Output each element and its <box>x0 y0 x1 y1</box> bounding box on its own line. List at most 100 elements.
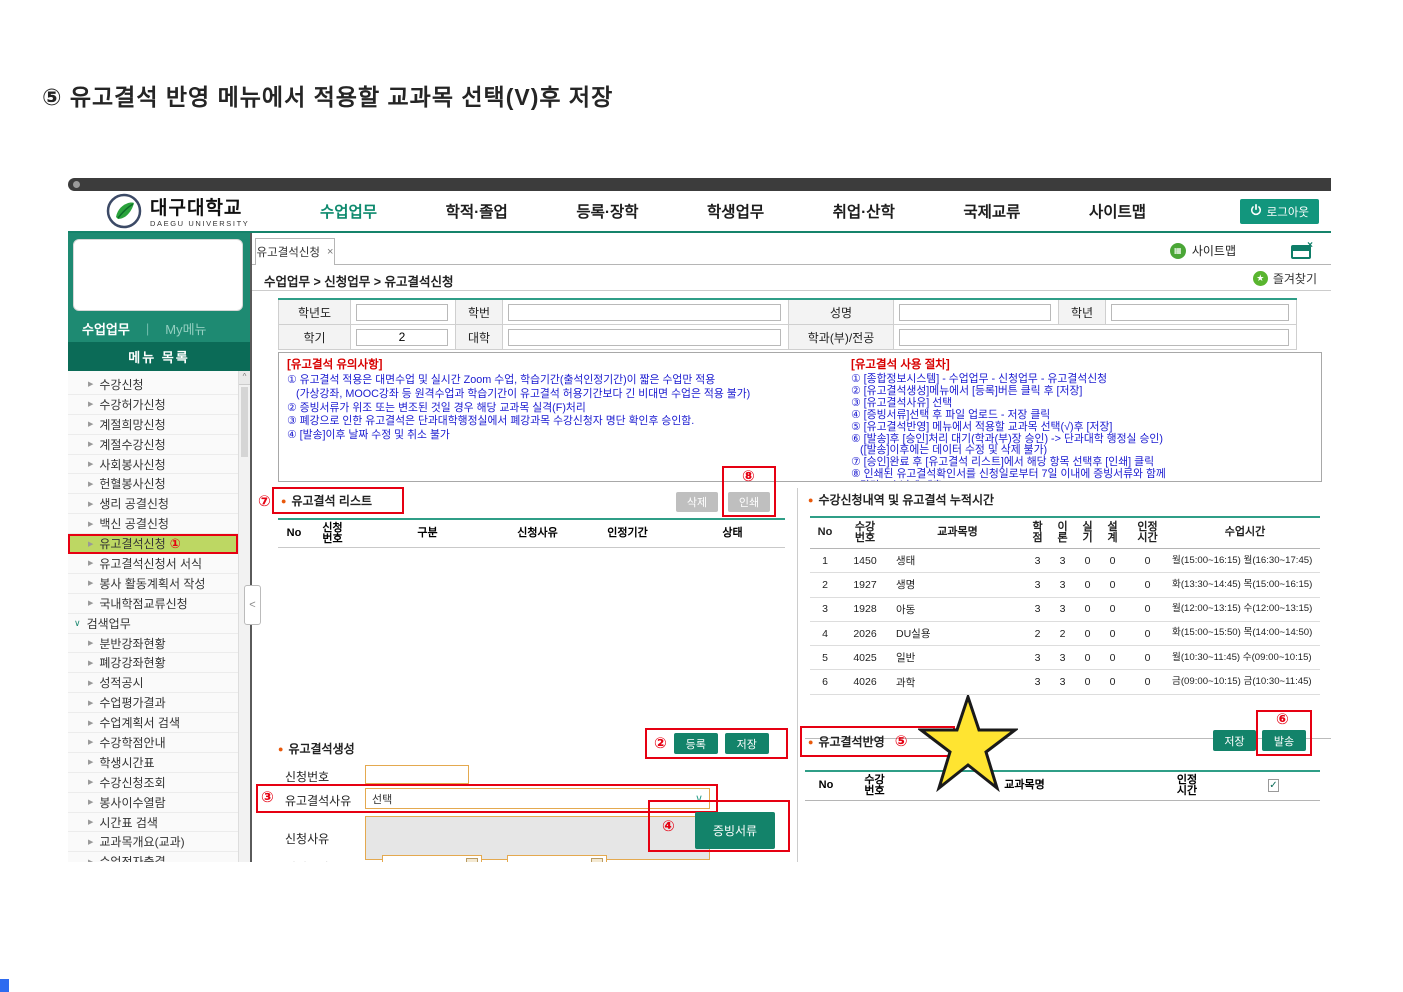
sidebar-menu-item[interactable]: ▶ 헌혈봉사신청 <box>68 474 238 495</box>
menu-bullet-icon: ▶ <box>88 799 94 807</box>
page-title: ⑤ 유고결석 반영 메뉴에서 적용할 교과목 선택(V)후 저장 <box>42 84 614 110</box>
label-apply-no: 신청번호 <box>285 770 330 784</box>
sidebar-menu-item[interactable]: ▶ 수강허가신청 <box>68 394 238 415</box>
sidebar-menu-item[interactable]: ▶ 봉사 활동계획서 작성 <box>68 573 238 594</box>
table-row[interactable]: 6 4026 과학 3 3 0 0 0 금(09:00~10:15) 금(10:… <box>810 670 1320 695</box>
apply-save-button[interactable]: 저장 <box>1213 730 1256 751</box>
window-top-bar <box>68 178 1331 191</box>
sidebar-menu-item[interactable]: ▶ 수업전자출결 <box>68 852 238 862</box>
apply-no-input[interactable] <box>365 765 469 784</box>
select-all-checkbox[interactable]: ✓ <box>1268 779 1279 793</box>
table-row[interactable]: 2 1927 생명 3 3 0 0 0 화(13:30~14:45) 목(15:… <box>810 573 1320 598</box>
profile-box <box>73 239 243 311</box>
label-college: 대학 <box>455 324 503 350</box>
student-id-input[interactable] <box>508 303 781 321</box>
sidebar-menu-item[interactable]: ▶ 수업계획서 검색 <box>68 713 238 734</box>
table-row[interactable]: 5 4025 일반 3 3 0 0 0 월(10:30~11:45) 수(09:… <box>810 646 1320 671</box>
close-all-tabs-icon[interactable] <box>1291 240 1313 259</box>
sidebar-tab-work[interactable]: 수업업무 <box>82 319 130 338</box>
calendar-icon[interactable] <box>466 857 478 862</box>
sidebar-menu-item[interactable]: ▶ 사회봉사신청 <box>68 454 238 475</box>
page-canvas: ⑤ 유고결석 반영 메뉴에서 적용할 교과목 선택(V)후 저장 대구대학교 D… <box>0 0 1403 992</box>
college-input[interactable] <box>508 328 781 346</box>
semester-input[interactable] <box>356 328 448 346</box>
menu-bullet-icon: ▶ <box>88 699 94 707</box>
global-nav-item[interactable]: 사이트맵 <box>1089 200 1146 222</box>
sidebar-menu-item[interactable]: ▶ 백신 공결신청 <box>68 514 238 535</box>
attach-document-button[interactable]: 증빙서류 <box>695 812 775 849</box>
sidebar-menu-item[interactable]: ▶ 수강학점안내 <box>68 733 238 753</box>
sidebar-tab-mymenu[interactable]: My메뉴 <box>165 319 206 338</box>
save-button[interactable]: 저장 <box>724 733 769 754</box>
menu-bullet-icon: ▶ <box>88 600 94 608</box>
sidebar-menu-item[interactable]: ▶ 수강신청조회 <box>68 772 238 793</box>
sidebar-menu-item[interactable]: ▶ 시간표 검색 <box>68 812 238 833</box>
register-button[interactable]: 등록 <box>673 733 718 754</box>
global-nav-item[interactable]: 등록·장학 <box>576 200 638 222</box>
period-start-input[interactable] <box>382 855 482 862</box>
sidebar-menu-item[interactable]: ▶ 성적공시 <box>68 673 238 694</box>
sidebar-menu-item[interactable]: ▶ 분반강좌현황 <box>68 633 238 654</box>
sidebar-menu-item[interactable]: ▶ 교과목개요(교과) <box>68 832 238 853</box>
table-row[interactable]: 3 1928 아동 3 3 0 0 0 월(12:00~13:15) 수(12:… <box>810 598 1320 622</box>
cell-recognized-hours: 0 <box>1144 651 1151 664</box>
sidebar-menu-item[interactable]: ∨ 검색업무 <box>68 613 238 634</box>
delete-button[interactable]: 삭제 <box>676 492 718 512</box>
favorite-link[interactable]: ★ 즐겨찾기 <box>1252 270 1317 287</box>
label-name: 성명 <box>788 298 894 325</box>
global-nav-item[interactable]: 취업·산학 <box>833 200 895 222</box>
tab-absence-apply[interactable]: 유고결석신청 × <box>255 238 335 265</box>
cell-class-time: 화(15:00~15:50) 목(14:00~14:50) <box>1172 627 1313 639</box>
sidebar-menu-item[interactable]: ▶ 학생시간표 <box>68 752 238 773</box>
department-input[interactable] <box>899 328 1289 346</box>
sidebar-menu-item[interactable]: ▶ 수업평가결과 <box>68 693 238 714</box>
annotation-badge-2: ② <box>654 735 667 752</box>
table-row[interactable]: 1 1450 생태 3 3 0 0 0 월(15:00~16:15) 월(16:… <box>810 549 1320 574</box>
menu-item-label: 유고결석신청 <box>99 537 166 552</box>
grade-input[interactable] <box>1111 303 1289 321</box>
sidebar-menu-item[interactable]: ▶ 계절희망신청 <box>68 414 238 435</box>
section-bullet-icon: ● <box>278 743 284 754</box>
star-annotation <box>916 692 1020 793</box>
apply-table-header: No 수강 번호 교과목명 인정 시간 ✓ <box>805 770 1320 801</box>
cell-design: 0 <box>1109 554 1116 567</box>
annotation-badge-5: ⑤ <box>894 733 908 750</box>
period-end-input[interactable] <box>507 855 607 862</box>
menu-item-label: 수강허가신청 <box>99 397 166 412</box>
calendar-icon[interactable] <box>591 857 603 862</box>
scroll-up-icon[interactable]: ^ <box>239 371 250 385</box>
sidebar-menu-item[interactable]: ▶ 유고결석신청서 서식 <box>68 554 238 574</box>
cell-course-code: 1928 <box>853 603 877 616</box>
university-name-en: DAEGU UNIVERSITY <box>150 219 250 228</box>
global-nav-item[interactable]: 학적·졸업 <box>446 200 508 222</box>
notice-line: ④ [발송]이후 날짜 수정 및 취소 불가 <box>287 429 450 442</box>
tab-close-icon[interactable]: × <box>327 246 333 258</box>
cell-credit: 3 <box>1034 554 1041 567</box>
global-nav-item[interactable]: 학생업무 <box>707 200 764 222</box>
table-row[interactable]: 4 2026 DU실용 2 2 0 0 0 화(15:00~15:50) 목(1… <box>810 622 1320 647</box>
academic-year-input[interactable] <box>356 303 448 321</box>
sidebar-menu-item[interactable]: ▶ 계절수강신청 <box>68 434 238 455</box>
sidebar-menu-item[interactable]: ▶ 수강신청 <box>68 375 238 395</box>
main-content: 유고결석신청 × ▦ 사이트맵 수업업무 > 신청업무 > 유고결석신청 ★ 즐… <box>252 233 1331 862</box>
sidebar-menu-item[interactable]: ▶ 국내학점교류신청 <box>68 593 238 614</box>
global-nav-item[interactable]: 국제교류 <box>963 200 1020 222</box>
name-input[interactable] <box>899 303 1051 321</box>
sidebar-menu-item[interactable]: ▶ 유고결석신청 ① <box>68 534 238 555</box>
send-button[interactable]: 발송 <box>1262 730 1306 751</box>
sidebar-menu-item[interactable]: ▶ 폐강강좌현황 <box>68 653 238 674</box>
cell-design: 0 <box>1109 651 1116 664</box>
sidebar-menu-item[interactable]: ▶ 생리 공결신청 <box>68 494 238 515</box>
sidebar-menu-item[interactable]: ▶ 봉사이수열람 <box>68 792 238 813</box>
sidebar-collapse-handle[interactable]: < <box>244 585 261 625</box>
logout-button[interactable]: 로그아웃 <box>1239 199 1319 224</box>
scrollbar-thumb[interactable] <box>241 387 248 457</box>
menu-item-label: 유고결석신청서 서식 <box>99 556 203 571</box>
cell-recognized-hours: 0 <box>1144 554 1151 567</box>
menu-bullet-icon: ▶ <box>88 580 94 588</box>
menu-bullet-icon: ▶ <box>88 500 94 508</box>
global-nav-item[interactable]: 수업업무 <box>320 200 377 222</box>
cell-course-name: 일반 <box>896 652 916 665</box>
sitemap-link[interactable]: ▦ 사이트맵 <box>1169 242 1236 259</box>
sitemap-label: 사이트맵 <box>1191 244 1236 258</box>
